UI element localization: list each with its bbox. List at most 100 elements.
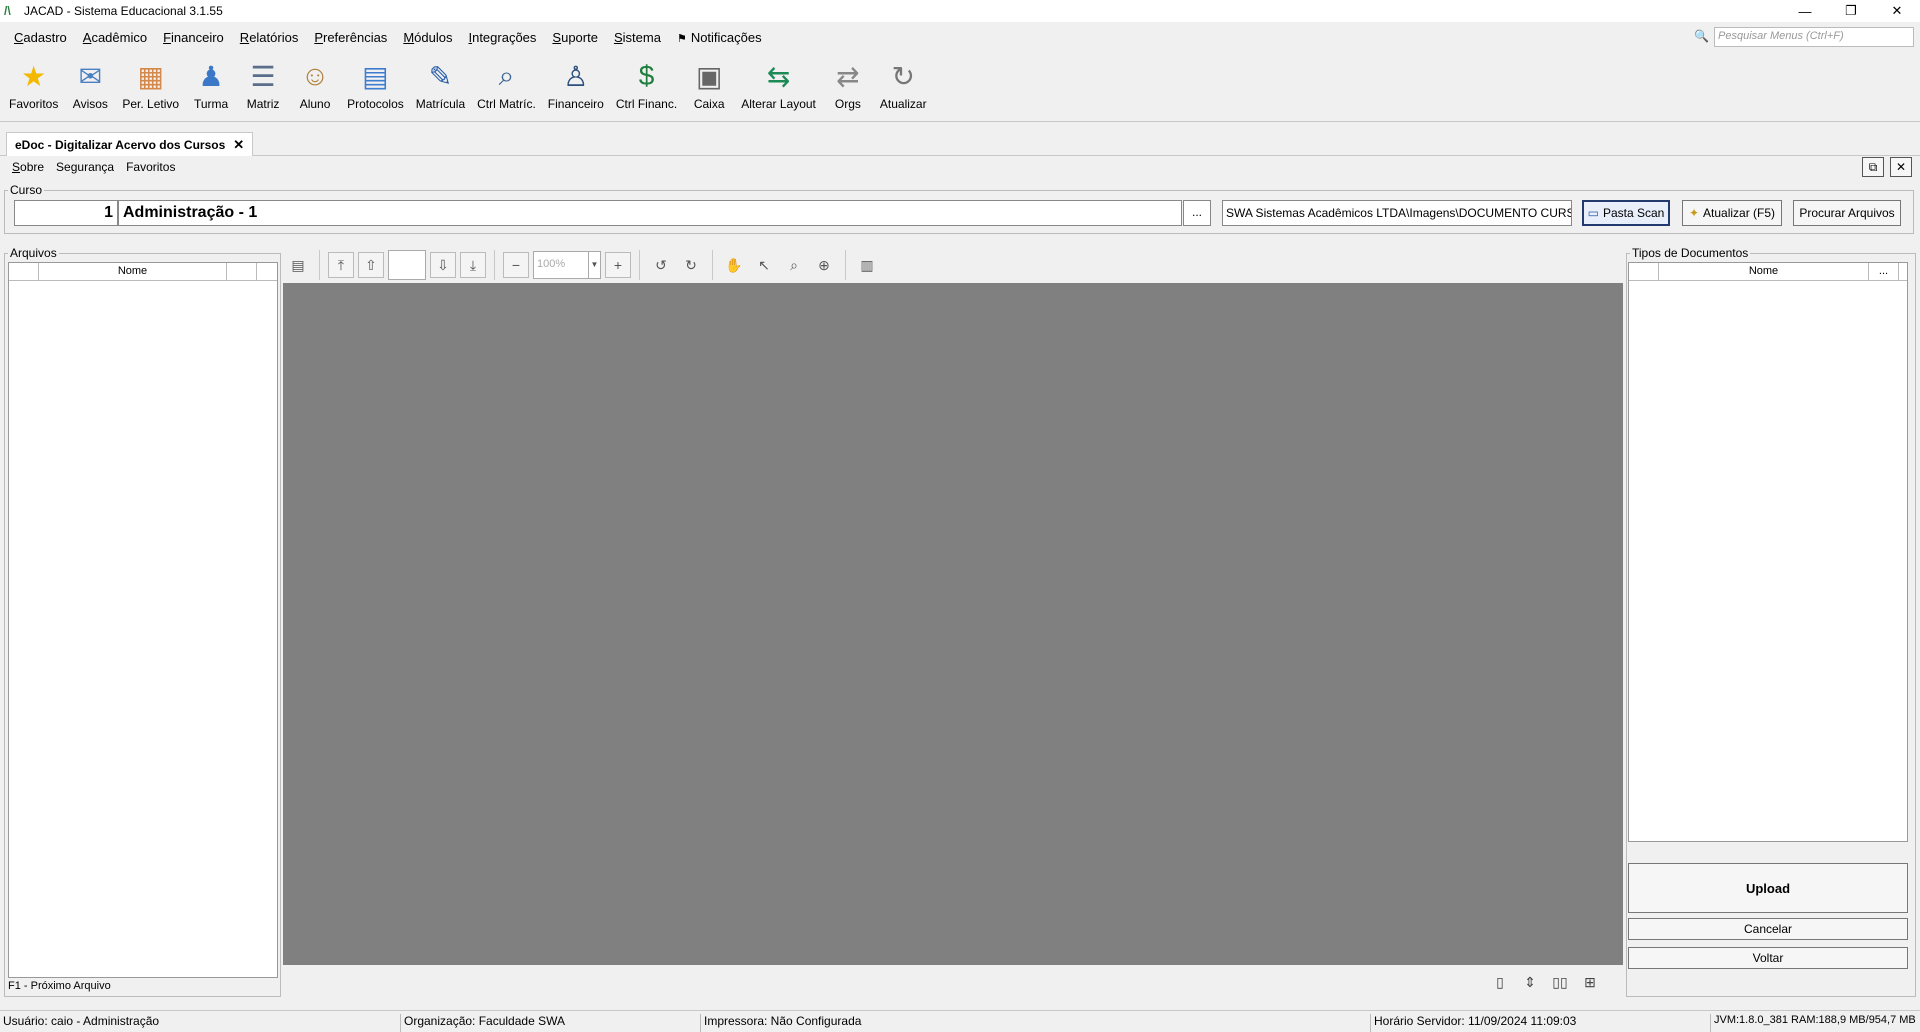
toolbar-label: Atualizar — [879, 97, 927, 111]
zoom-select[interactable]: 100% ▼ — [533, 251, 601, 279]
submenu-item-1[interactable]: Segurança — [50, 160, 120, 178]
toolbar-button-ctrl-matr-c-[interactable]: ⌕ Ctrl Matríc. — [474, 56, 539, 112]
menu-item-6[interactable]: Integrações — [460, 30, 544, 45]
tab-edoc[interactable]: eDoc - Digitalizar Acervo dos Cursos ✕ — [6, 132, 254, 156]
menu-item-3[interactable]: Relatórios — [232, 30, 307, 45]
document-properties-icon[interactable]: ▤ — [285, 252, 311, 278]
toolbar-button-financeiro[interactable]: ♙ Financeiro — [545, 56, 607, 112]
toolbar-label: Avisos — [72, 97, 108, 111]
minimize-button[interactable]: — — [1782, 0, 1828, 22]
hand-tool-icon[interactable]: ✋ — [721, 252, 747, 278]
curso-lookup-button[interactable]: ... — [1183, 200, 1211, 226]
toolbar-button-alterar-layout[interactable]: ⇆ Alterar Layout — [738, 56, 819, 112]
toolbar-button-favoritos[interactable]: ★ Favoritos — [6, 56, 61, 112]
pasta-scan-button[interactable]: ▭ Pasta Scan — [1582, 200, 1670, 226]
zoom-area-icon[interactable]: ⌕ — [781, 252, 807, 278]
menu-item-4[interactable]: Preferências — [306, 30, 395, 45]
toolbar-button-caixa[interactable]: ▣ Caixa — [686, 56, 732, 112]
zoom-out-icon[interactable]: − — [503, 252, 529, 278]
status-impressora: Impressora: Não Configurada — [700, 1014, 861, 1032]
view-mode-bar: ▯ ⇕ ▯▯ ⊞ — [1490, 972, 1600, 992]
tipos-documentos-table[interactable]: Nome ... — [1628, 262, 1908, 842]
page-number-input[interactable] — [388, 250, 426, 280]
col-nome[interactable]: Nome — [1659, 263, 1869, 280]
toolbar-label: Caixa — [693, 97, 725, 111]
curso-code-field[interactable]: 1 — [14, 200, 118, 226]
toolbar-button-atualizar[interactable]: ↻ Atualizar — [877, 56, 930, 112]
col-select[interactable] — [9, 263, 39, 280]
atualizar-button[interactable]: ✦ Atualizar (F5) — [1682, 200, 1782, 226]
restore-button[interactable]: ❐ — [1828, 0, 1874, 22]
toolbar-icon: ✎ — [428, 60, 453, 92]
toolbar-button-matriz[interactable]: ☰ Matriz — [240, 56, 286, 112]
voltar-button[interactable]: Voltar — [1628, 947, 1908, 969]
zoom-in-icon[interactable]: + — [605, 252, 631, 278]
folder-icon: ▭ — [1587, 206, 1599, 220]
status-horario: Horário Servidor: 11/09/2024 11:09:03 — [1370, 1014, 1576, 1032]
submenu-item-0[interactable]: Sobre — [6, 160, 50, 178]
menu-search-input[interactable]: Pesquisar Menus (Ctrl+F) — [1714, 27, 1914, 47]
close-panel-icon[interactable]: ✕ — [1890, 157, 1912, 177]
document-viewer[interactable] — [283, 283, 1623, 965]
toolbar-button-ctrl-financ-[interactable]: $ Ctrl Financ. — [613, 56, 680, 111]
toolbar-button-matr-cula[interactable]: ✎ Matrícula — [413, 56, 468, 112]
arquivos-table[interactable]: Nome — [8, 262, 278, 978]
facing-pages-icon[interactable]: ▯▯ — [1550, 972, 1570, 992]
toolbar-icon: $ — [638, 60, 655, 91]
next-page-icon[interactable]: ⇩ — [430, 252, 456, 278]
toolbar-label: Alterar Layout — [741, 97, 816, 111]
col-nome[interactable]: Nome — [39, 263, 227, 280]
detach-panel-icon[interactable]: ⧉ — [1862, 157, 1884, 177]
refresh-icon: ✦ — [1688, 206, 1700, 220]
single-page-icon[interactable]: ▯ — [1490, 972, 1510, 992]
toolbar-icon: ↻ — [891, 60, 915, 92]
col-more[interactable]: ... — [1869, 263, 1899, 280]
menu-item-2[interactable]: Financeiro — [155, 30, 232, 45]
toolbar-button-protocolos[interactable]: ▤ Protocolos — [344, 56, 407, 112]
toolbar-label: Matriz — [246, 97, 280, 111]
curso-name-field[interactable]: Administração - 1 — [118, 200, 1182, 226]
menu-item-0[interactable]: Cadastro — [6, 30, 75, 45]
toolbar-label: Matrícula — [415, 97, 466, 111]
dynamic-zoom-icon[interactable]: ⊕ — [811, 252, 837, 278]
toolbar-button-per-letivo[interactable]: ▦ Per. Letivo — [119, 56, 182, 112]
toolbar-icon: ▤ — [362, 60, 389, 92]
continuous-facing-icon[interactable]: ⊞ — [1580, 972, 1600, 992]
tab-bar: eDoc - Digitalizar Acervo dos Cursos ✕ — [0, 130, 1920, 156]
select-tool-icon[interactable]: ↖ — [751, 252, 777, 278]
submenu-item-2[interactable]: Favoritos — [120, 160, 181, 178]
upload-button[interactable]: Upload — [1628, 863, 1908, 913]
toolbar-label: Aluno — [299, 97, 331, 111]
close-button[interactable]: ✕ — [1874, 0, 1920, 22]
first-page-icon[interactable]: ⤒ — [328, 252, 354, 278]
menu-notificacoes[interactable]: ⚑ Notificações — [669, 30, 770, 45]
procurar-arquivos-button[interactable]: Procurar Arquivos — [1793, 200, 1901, 226]
menu-item-5[interactable]: Módulos — [395, 30, 460, 45]
toolbar-button-avisos[interactable]: ✉ Avisos — [67, 56, 113, 112]
tab-close-icon[interactable]: ✕ — [233, 137, 244, 153]
scan-path-field[interactable]: SWA Sistemas Acadêmicos LTDA\Imagens\DOC… — [1222, 200, 1572, 226]
col-extra[interactable] — [227, 263, 257, 280]
status-organizacao: Organização: Faculdade SWA — [400, 1014, 565, 1032]
menu-item-7[interactable]: Suporte — [544, 30, 606, 45]
print-icon[interactable]: ▥ — [854, 252, 880, 278]
arquivos-group-title: Arquivos — [8, 246, 59, 260]
flag-icon: ⚑ — [676, 32, 687, 45]
chevron-down-icon[interactable]: ▼ — [588, 252, 600, 278]
cancelar-button[interactable]: Cancelar — [1628, 918, 1908, 940]
proximo-arquivo-hint: F1 - Próximo Arquivo — [8, 980, 111, 992]
previous-page-icon[interactable]: ⇧ — [358, 252, 384, 278]
toolbar-button-aluno[interactable]: ☺ Aluno — [292, 56, 338, 111]
toolbar-label: Turma — [193, 97, 229, 111]
rotate-right-icon[interactable]: ↻ — [678, 252, 704, 278]
col-select[interactable] — [1629, 263, 1659, 280]
menu-item-8[interactable]: Sistema — [606, 30, 669, 45]
last-page-icon[interactable]: ⤓ — [460, 252, 486, 278]
toolbar-button-orgs[interactable]: ⇄ Orgs — [825, 56, 871, 112]
continuous-page-icon[interactable]: ⇕ — [1520, 972, 1540, 992]
rotate-left-icon[interactable]: ↺ — [648, 252, 674, 278]
main-toolbar: ★ Favoritos ✉ Avisos ▦ Per. Letivo ♟ Turma ☰ Matr… — [0, 56, 1920, 122]
toolbar-button-turma[interactable]: ♟ Turma — [188, 56, 234, 112]
menu-bar: Cadastro Acadêmico Financeiro Relatórios Pre… — [0, 24, 1920, 50]
menu-item-1[interactable]: Acadêmico — [75, 30, 155, 45]
